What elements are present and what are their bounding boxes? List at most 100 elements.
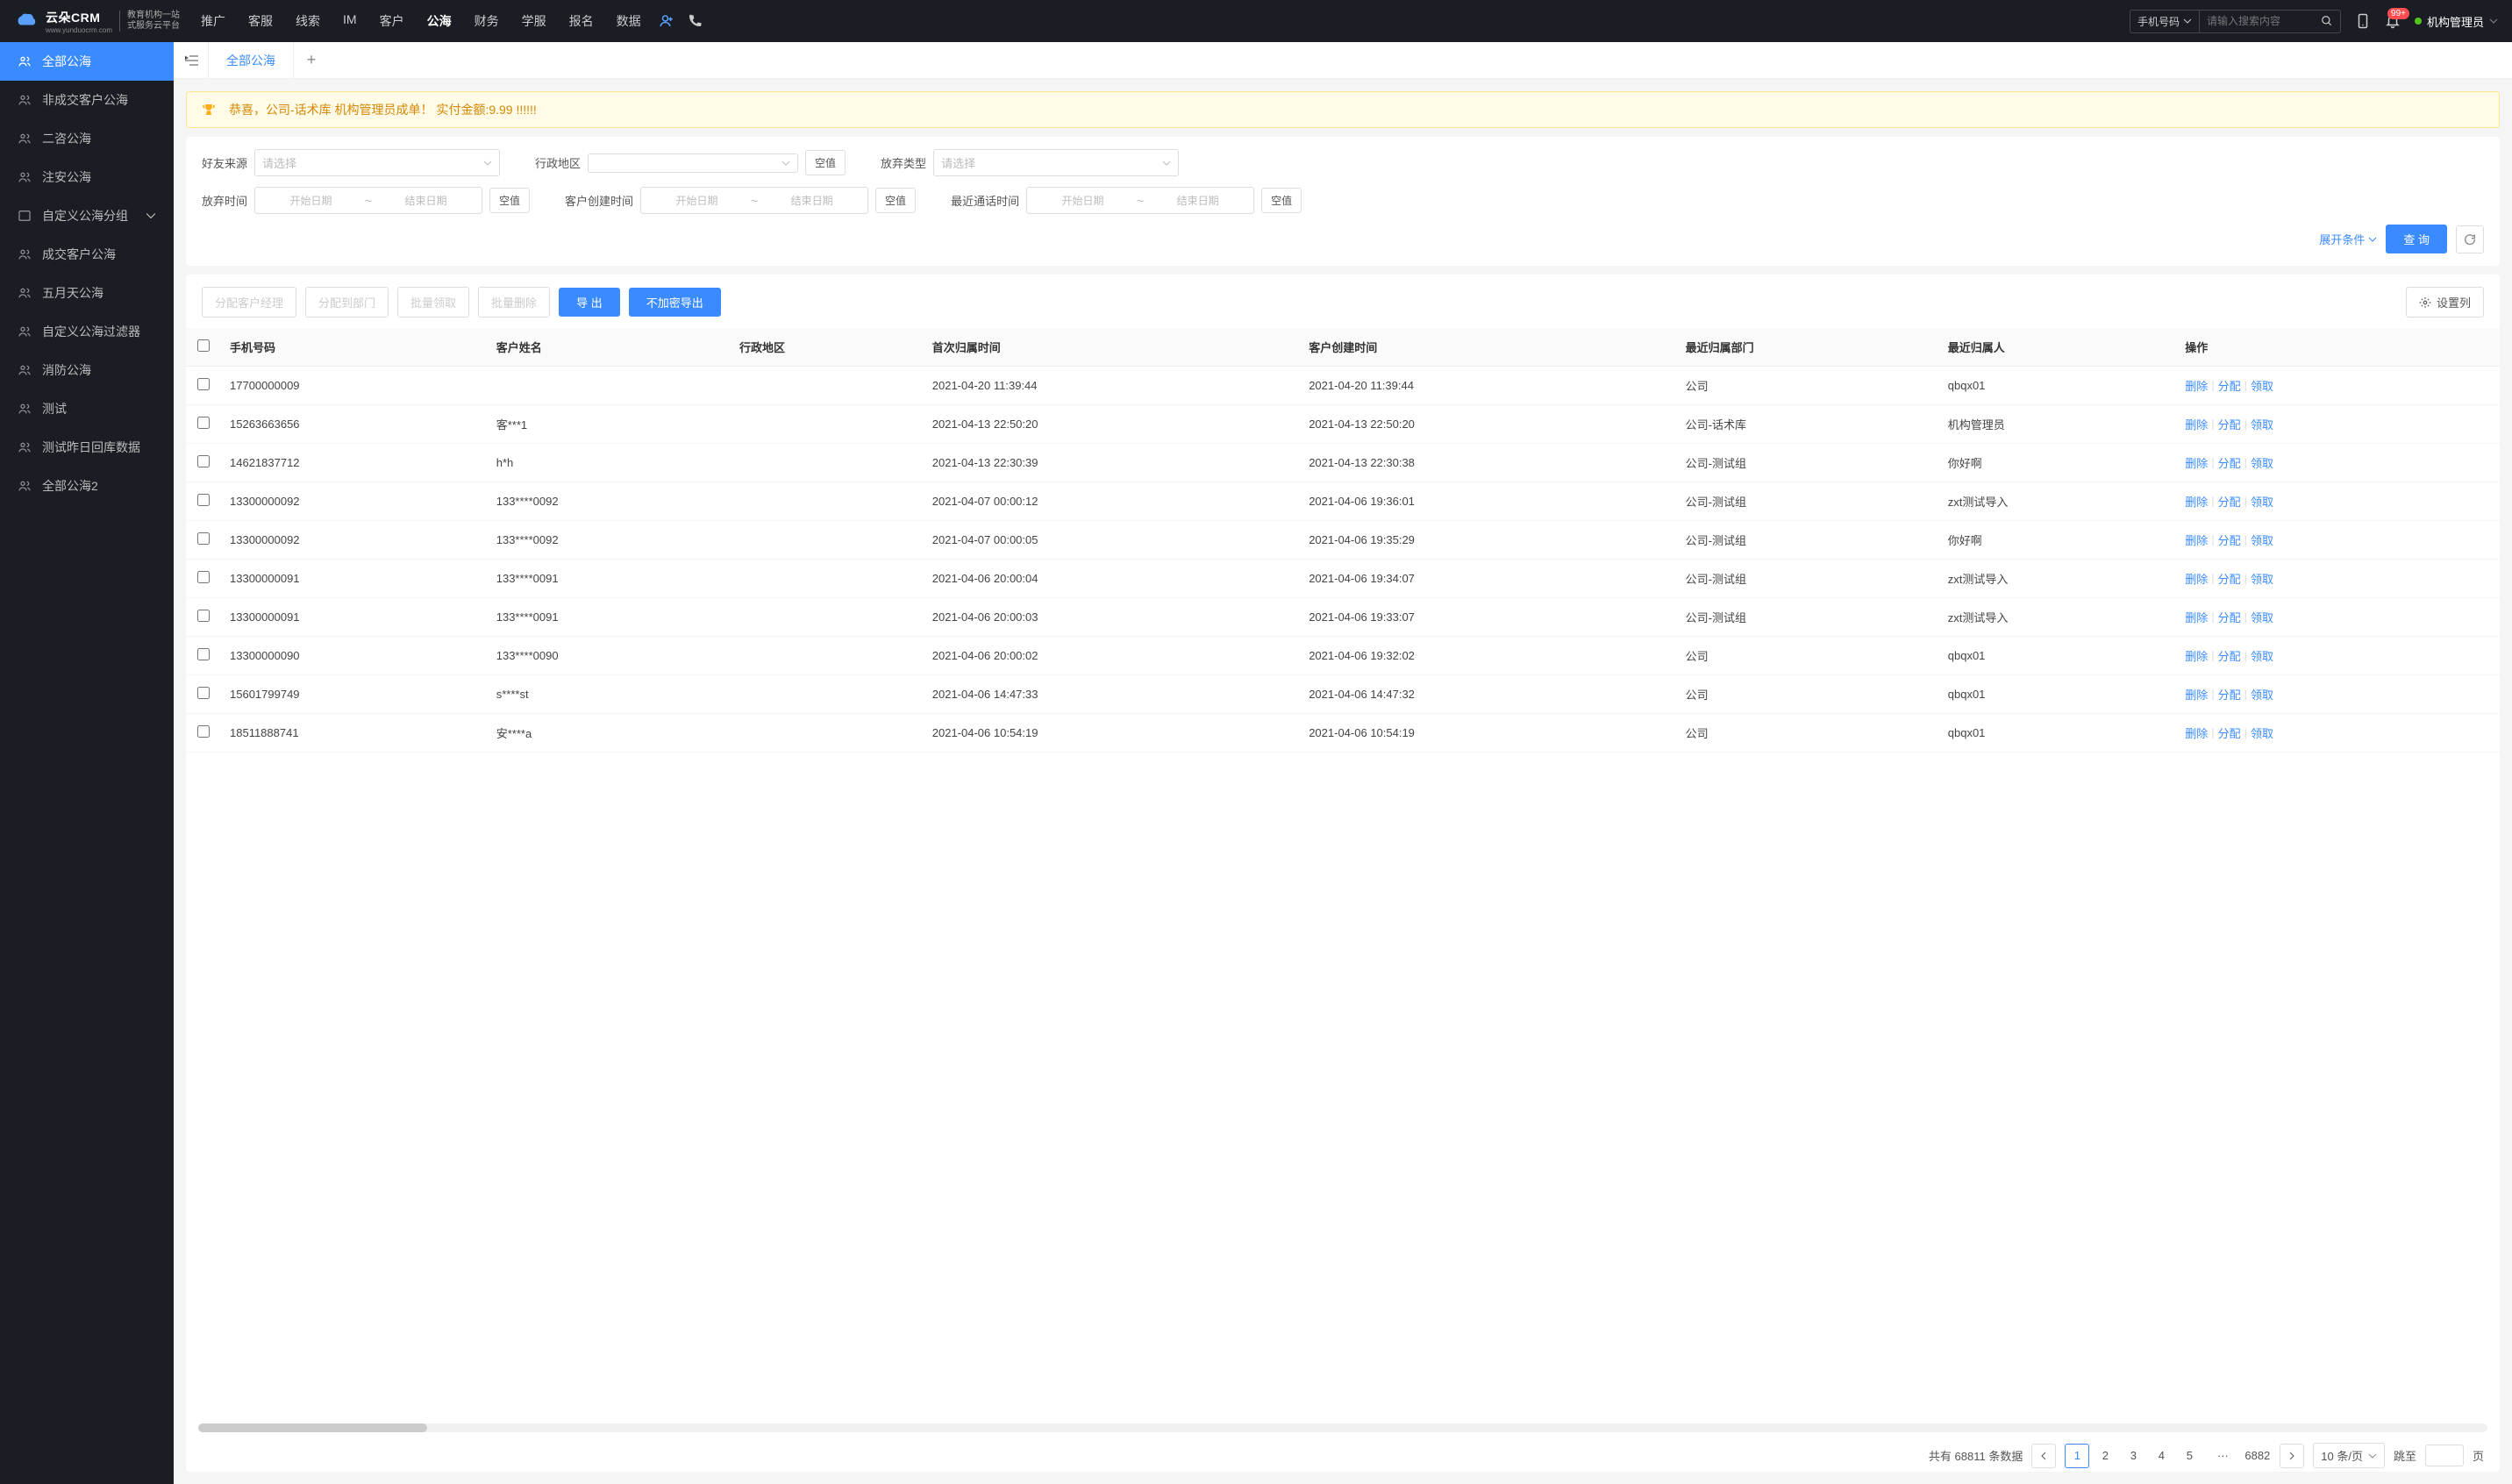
nav-item-5[interactable]: 公海	[427, 12, 452, 30]
mobile-icon[interactable]	[2355, 13, 2371, 29]
call-time-null-button[interactable]: 空值	[1261, 188, 1302, 213]
row-checkbox[interactable]	[197, 687, 210, 699]
row-checkbox[interactable]	[197, 571, 210, 583]
row-claim-link[interactable]: 领取	[2251, 493, 2273, 510]
export-button[interactable]: 导 出	[559, 288, 620, 317]
row-checkbox[interactable]	[197, 417, 210, 429]
friend-source-select[interactable]: 请选择	[254, 149, 500, 176]
page-1[interactable]: 1	[2065, 1444, 2089, 1468]
assign-manager-button[interactable]: 分配客户经理	[202, 287, 296, 317]
row-checkbox[interactable]	[197, 494, 210, 506]
row-assign-link[interactable]: 分配	[2218, 532, 2241, 548]
nav-item-8[interactable]: 报名	[569, 12, 594, 30]
row-claim-link[interactable]: 领取	[2251, 647, 2273, 664]
row-claim-link[interactable]: 领取	[2251, 686, 2273, 703]
row-assign-link[interactable]: 分配	[2218, 570, 2241, 587]
row-delete-link[interactable]: 删除	[2185, 647, 2208, 664]
row-assign-link[interactable]: 分配	[2218, 377, 2241, 394]
row-assign-link[interactable]: 分配	[2218, 493, 2241, 510]
set-columns-button[interactable]: 设置列	[2406, 287, 2484, 317]
search-type-select[interactable]: 手机号码	[2130, 11, 2200, 32]
row-claim-link[interactable]: 领取	[2251, 609, 2273, 625]
row-claim-link[interactable]: 领取	[2251, 570, 2273, 587]
nav-item-9[interactable]: 数据	[617, 12, 641, 30]
nav-item-1[interactable]: 客服	[248, 12, 273, 30]
nav-item-2[interactable]: 线索	[296, 12, 320, 30]
row-assign-link[interactable]: 分配	[2218, 609, 2241, 625]
row-claim-link[interactable]: 领取	[2251, 454, 2273, 471]
abandon-type-select[interactable]: 请选择	[933, 149, 1179, 176]
row-assign-link[interactable]: 分配	[2218, 724, 2241, 741]
sidebar-item-6[interactable]: 五月天公海	[0, 274, 174, 312]
sidebar-item-2[interactable]: 二咨公海	[0, 119, 174, 158]
batch-claim-button[interactable]: 批量领取	[397, 287, 469, 317]
row-checkbox[interactable]	[197, 532, 210, 545]
nav-item-7[interactable]: 学服	[522, 12, 546, 30]
row-delete-link[interactable]: 删除	[2185, 686, 2208, 703]
abandon-time-null-button[interactable]: 空值	[489, 188, 530, 213]
create-time-range[interactable]: 开始日期~结束日期	[640, 187, 868, 214]
row-delete-link[interactable]: 删除	[2185, 493, 2208, 510]
nav-item-3[interactable]: IM	[343, 12, 357, 30]
page-size-select[interactable]: 10 条/页	[2313, 1443, 2385, 1468]
tabs-collapse-button[interactable]	[174, 42, 209, 78]
sidebar-item-8[interactable]: 消防公海	[0, 351, 174, 389]
sidebar-item-1[interactable]: 非成交客户公海	[0, 81, 174, 119]
nav-item-0[interactable]: 推广	[201, 12, 225, 30]
search-input[interactable]	[2200, 11, 2314, 31]
page-ellipsis[interactable]: ···	[2210, 1444, 2235, 1468]
assign-dept-button[interactable]: 分配到部门	[305, 287, 389, 317]
row-assign-link[interactable]: 分配	[2218, 416, 2241, 432]
sidebar-item-7[interactable]: 自定义公海过滤器	[0, 312, 174, 351]
tab-add-button[interactable]: +	[294, 42, 329, 78]
row-delete-link[interactable]: 删除	[2185, 377, 2208, 394]
expand-filters-link[interactable]: 展开条件	[2319, 231, 2377, 247]
row-assign-link[interactable]: 分配	[2218, 454, 2241, 471]
sidebar-item-9[interactable]: 测试	[0, 389, 174, 428]
batch-delete-button[interactable]: 批量删除	[478, 287, 550, 317]
sidebar-item-3[interactable]: 注安公海	[0, 158, 174, 196]
select-all-checkbox[interactable]	[197, 339, 210, 352]
query-button[interactable]: 查 询	[2386, 225, 2447, 253]
sidebar-item-5[interactable]: 成交客户公海	[0, 235, 174, 274]
horizontal-scrollbar[interactable]	[198, 1423, 2487, 1432]
row-checkbox[interactable]	[197, 648, 210, 660]
row-claim-link[interactable]: 领取	[2251, 377, 2273, 394]
row-claim-link[interactable]: 领取	[2251, 416, 2273, 432]
jump-page-input[interactable]	[2425, 1445, 2464, 1466]
notification-button[interactable]: 99+	[2385, 13, 2401, 29]
row-assign-link[interactable]: 分配	[2218, 686, 2241, 703]
nav-item-4[interactable]: 客户	[380, 12, 404, 30]
row-delete-link[interactable]: 删除	[2185, 609, 2208, 625]
next-page-button[interactable]	[2280, 1444, 2304, 1468]
row-delete-link[interactable]: 删除	[2185, 416, 2208, 432]
abandon-time-range[interactable]: 开始日期~结束日期	[254, 187, 482, 214]
row-checkbox[interactable]	[197, 610, 210, 622]
call-time-range[interactable]: 开始日期~结束日期	[1026, 187, 1254, 214]
sidebar-item-0[interactable]: 全部公海	[0, 42, 174, 81]
page-5[interactable]: 5	[2177, 1444, 2202, 1468]
sidebar-item-4[interactable]: 自定义公海分组	[0, 196, 174, 235]
row-claim-link[interactable]: 领取	[2251, 724, 2273, 741]
row-checkbox[interactable]	[197, 455, 210, 467]
reset-button[interactable]	[2456, 225, 2484, 253]
export-plain-button[interactable]: 不加密导出	[629, 288, 721, 317]
row-checkbox[interactable]	[197, 725, 210, 738]
add-user-icon[interactable]	[659, 13, 674, 29]
tab-all-public[interactable]: 全部公海	[209, 42, 294, 78]
phone-icon[interactable]	[687, 13, 703, 29]
prev-page-button[interactable]	[2031, 1444, 2056, 1468]
region-null-button[interactable]: 空值	[805, 150, 846, 175]
row-delete-link[interactable]: 删除	[2185, 454, 2208, 471]
last-page-button[interactable]: 6882	[2244, 1444, 2271, 1468]
row-delete-link[interactable]: 删除	[2185, 532, 2208, 548]
sidebar-item-11[interactable]: 全部公海2	[0, 467, 174, 505]
row-claim-link[interactable]: 领取	[2251, 532, 2273, 548]
row-delete-link[interactable]: 删除	[2185, 724, 2208, 741]
logo[interactable]: 云朵CRM www.yunduocrm.com 教育机构一站式服务云平台	[14, 9, 180, 34]
page-2[interactable]: 2	[2093, 1444, 2117, 1468]
user-menu[interactable]: 机构管理员	[2415, 13, 2498, 30]
row-checkbox[interactable]	[197, 378, 210, 390]
page-4[interactable]: 4	[2149, 1444, 2173, 1468]
create-time-null-button[interactable]: 空值	[875, 188, 916, 213]
